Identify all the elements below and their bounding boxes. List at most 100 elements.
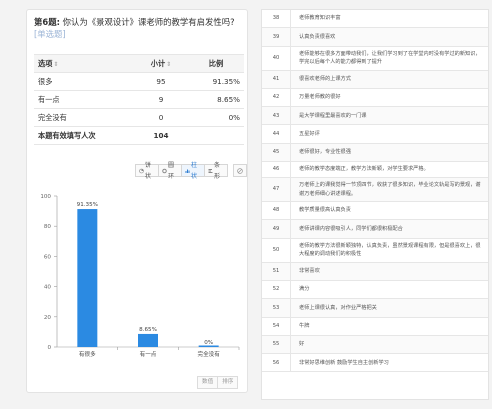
- pie-chart-icon: [139, 168, 144, 173]
- list-item: 44 五星好评: [262, 125, 488, 144]
- bar-value-label: 91.35%: [77, 202, 98, 208]
- list-item-index: 46: [262, 162, 291, 178]
- sort-icon[interactable]: ⇕: [53, 61, 58, 68]
- option-cell: 完全没有: [34, 108, 134, 127]
- total-label: 本题有效填写人次: [34, 126, 134, 145]
- list-item-index: 45: [262, 143, 291, 162]
- x-tick-label: 有很多: [79, 350, 96, 358]
- list-item-text: 老师讲课内容很吸引人，同学们都很积极配合: [299, 225, 403, 232]
- count-cell: 9: [134, 90, 188, 109]
- option-cell: 很多: [34, 72, 134, 91]
- pie-chart-button[interactable]: 饼状: [135, 162, 159, 180]
- header-count[interactable]: 小计⇕: [134, 54, 188, 73]
- table-header-row: 选项⇕ 小计⇕ 比例: [34, 54, 244, 73]
- hide-chart-button[interactable]: [233, 164, 247, 177]
- count-cell: 0: [134, 108, 188, 127]
- count-cell: 95: [134, 72, 188, 91]
- sort-button[interactable]: 排序: [217, 376, 239, 389]
- header-percent: 比例: [188, 54, 244, 73]
- list-item-text: 是大学课程里最喜欢的一门课: [299, 112, 367, 119]
- header-option[interactable]: 选项⇕: [34, 54, 134, 73]
- list-item-text: 老师的教学态度端正，教学方法新颖，对学生要求严格。: [299, 166, 429, 173]
- total-count: 104: [134, 126, 188, 145]
- list-item-index: 48: [262, 202, 291, 220]
- list-item: 53 老师上课很认真，对作业严格把关: [262, 299, 488, 318]
- list-item-index: 56: [262, 354, 291, 372]
- list-item: 38 老师教育知识丰富: [262, 10, 488, 29]
- list-item-index: 41: [262, 70, 291, 88]
- list-item-index: 49: [262, 220, 291, 238]
- disable-icon: [237, 167, 243, 174]
- list-item: 45 老师很好，专业性很强: [262, 143, 488, 163]
- list-item-index: 39: [262, 28, 291, 46]
- list-item-index: 53: [262, 299, 291, 317]
- table-row: 完全没有 0 0%: [34, 108, 244, 127]
- list-item-text: 五星好评: [299, 130, 320, 137]
- list-item-index: 38: [262, 10, 291, 28]
- bar-value-label: 8.65%: [139, 327, 157, 333]
- list-item: 41 很喜欢老师的上课方式: [262, 70, 488, 89]
- bar: [77, 209, 98, 347]
- percent-cell: 8.65%: [188, 90, 244, 109]
- list-item-text: 万量老师教的很好: [299, 94, 341, 101]
- chart-type-toolbar: 饼状 圆环 柱状 条形: [135, 162, 247, 180]
- question-text: 你认为《景观设计》课老师的教学有启发性吗?: [62, 17, 235, 27]
- list-item-text: 教学质量很高认真负责: [299, 207, 351, 214]
- list-item: 55 好: [262, 335, 488, 355]
- show-values-button[interactable]: 数值: [197, 376, 219, 389]
- list-item-index: 55: [262, 335, 291, 354]
- strip-chart-icon: [208, 168, 213, 173]
- x-tick-label: 完全没有: [197, 350, 220, 358]
- list-item: 46 老师的教学态度端正，教学方法新颖，对学生要求严格。: [262, 162, 488, 179]
- chart-bottom-buttons: 数值 排序: [197, 376, 239, 389]
- list-item: 47 万老师上的课我觉得一节顶四节，收获了很多知识，毕业论文轨是写的景观，谢谢万老…: [262, 178, 488, 203]
- question-number: 第6题:: [34, 17, 60, 27]
- list-item-index: 43: [262, 107, 291, 125]
- percent-cell: 91.35%: [188, 72, 244, 91]
- y-tick-label: 20: [44, 315, 52, 321]
- strip-chart-button[interactable]: 条形: [204, 162, 228, 180]
- list-item: 40 老师能够在很多方面带动我们，让我们学习到了在学堂内时没有学过的新知识，学完以…: [262, 46, 488, 71]
- bar-chart-button[interactable]: 柱状: [181, 162, 205, 180]
- ring-chart-icon: [162, 168, 167, 173]
- list-item: 54 牛牌: [262, 317, 488, 336]
- list-item-text: 满分: [299, 286, 310, 293]
- x-tick-label: 有一点: [140, 350, 157, 358]
- list-item-text: 好: [299, 341, 305, 348]
- table-row: 很多 95 91.35%: [34, 72, 244, 91]
- list-item-text: 非常喜欢: [299, 268, 320, 275]
- total-row: 本题有效填写人次 104: [34, 126, 244, 145]
- percent-cell: 0%: [188, 108, 244, 127]
- list-item: 48 教学质量很高认真负责: [262, 202, 488, 221]
- list-item: 56 非常好思维创新 鼓励学生自主创新学习: [262, 354, 488, 373]
- list-item-text: 老师上课很认真，对作业严格把关: [299, 304, 377, 311]
- list-item-index: 52: [262, 280, 291, 299]
- bar: [198, 345, 219, 347]
- y-tick-label: 0: [47, 345, 51, 351]
- list-item-index: 40: [262, 46, 291, 70]
- question-title: 第6题: 你认为《景观设计》课老师的教学有启发性吗? [单选题]: [34, 16, 244, 40]
- result-table: 选项⇕ 小计⇕ 比例 很多 95 91.35% 有一点 9 8.65% 完全没有…: [34, 54, 244, 145]
- bar-chart-icon: [185, 169, 190, 173]
- y-tick-label: 100: [40, 194, 51, 200]
- bar-value-label: 0%: [204, 340, 213, 346]
- list-item: 52 满分: [262, 280, 488, 300]
- list-item-index: 47: [262, 178, 291, 202]
- list-item-text: 老师的教学方法很新颖独特，认真负责，虽然景观课程有限，但是很喜欢上，很大程度的调…: [299, 242, 481, 258]
- list-item: 50 老师的教学方法很新颖独特，认真负责，虽然景观课程有限，但是很喜欢上，很大程度…: [262, 238, 488, 263]
- list-item-text: 很喜欢老师的上课方式: [299, 75, 351, 82]
- text-answer-list: 38 老师教育知识丰富 39 认真负责很喜欢 40 老师能够在很多方面带动我们，让我们学习…: [261, 9, 489, 400]
- ring-chart-button[interactable]: 圆环: [158, 162, 182, 180]
- list-item-index: 54: [262, 317, 291, 335]
- list-item-text: 老师能够在很多方面带动我们，让我们学习到了在学堂内时没有学过的新知识，学完以后每…: [299, 50, 481, 66]
- list-item-index: 51: [262, 262, 291, 280]
- list-item-text: 认真负责很喜欢: [299, 33, 336, 40]
- list-item: 43 是大学课程里最喜欢的一门课: [262, 107, 488, 126]
- list-item-index: 42: [262, 88, 291, 107]
- list-item: 39 认真负责很喜欢: [262, 28, 488, 47]
- list-item-text: 非常好思维创新 鼓励学生自主创新学习: [299, 359, 389, 366]
- sort-icon[interactable]: ⇕: [166, 61, 171, 68]
- list-item-text: 万老师上的课我觉得一节顶四节，收获了很多知识，毕业论文轨是写的景观，谢谢万老师细…: [299, 181, 481, 197]
- list-item-text: 老师教育知识丰富: [299, 15, 341, 22]
- table-row: 有一点 9 8.65%: [34, 90, 244, 109]
